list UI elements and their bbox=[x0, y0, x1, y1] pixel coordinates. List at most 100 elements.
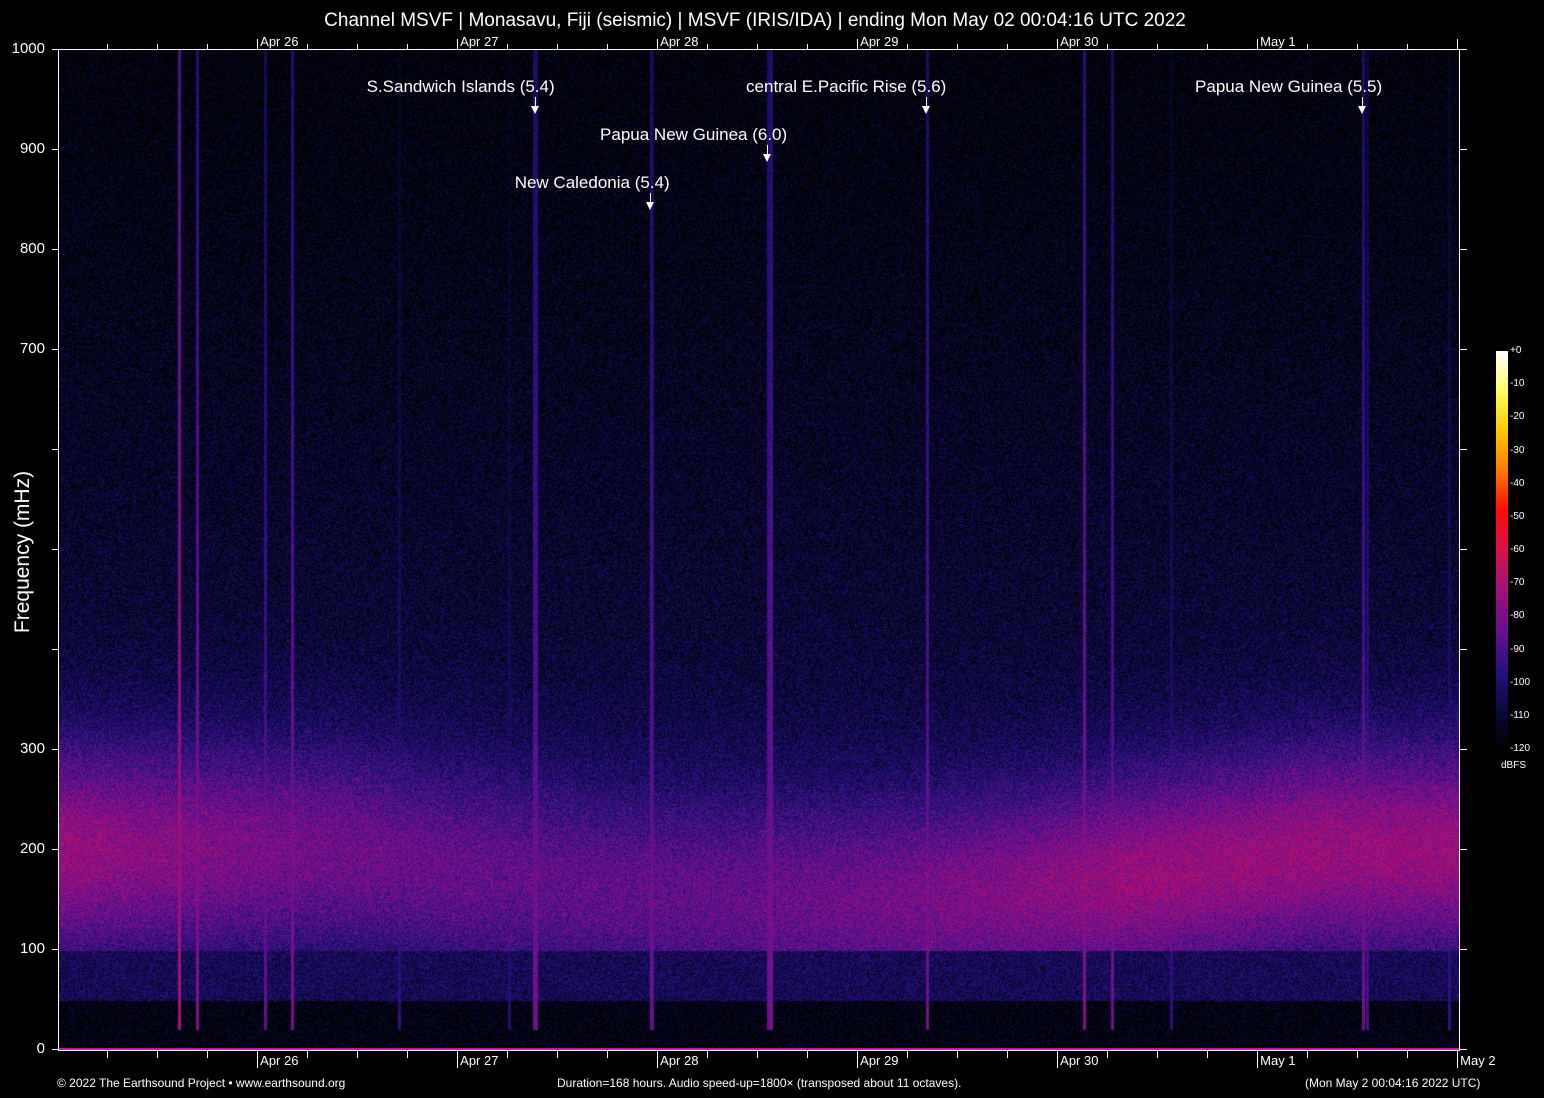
x-tick-top bbox=[1057, 39, 1058, 49]
x-tick-top bbox=[1457, 39, 1458, 49]
y-tick bbox=[52, 649, 58, 650]
y-tick bbox=[52, 849, 58, 850]
y-tick-label: 700 bbox=[1, 340, 45, 357]
colorbar-tick-label: -100 bbox=[1510, 677, 1530, 688]
x-tick bbox=[707, 1050, 708, 1058]
spectrogram-plot bbox=[58, 49, 1460, 1051]
x-tick bbox=[507, 1050, 508, 1058]
colorbar-tick-label: -120 bbox=[1510, 743, 1530, 754]
y-tick bbox=[52, 1049, 58, 1050]
x-tick-top bbox=[907, 44, 908, 49]
x-tick bbox=[907, 1050, 908, 1058]
footer-end-time: (Mon May 2 00:04:16 2022 UTC) bbox=[1305, 1076, 1480, 1090]
colorbar bbox=[1496, 351, 1508, 749]
x-tick bbox=[1207, 1050, 1208, 1058]
x-tick bbox=[557, 1050, 558, 1058]
event-arrowhead-icon bbox=[1358, 106, 1366, 114]
colorbar-tick-label: -110 bbox=[1510, 710, 1529, 721]
colorbar-tick-label: -20 bbox=[1510, 411, 1524, 422]
x-tick bbox=[1307, 1050, 1308, 1058]
colorbar-tick-label: -90 bbox=[1510, 644, 1524, 655]
x-tick-top bbox=[857, 39, 858, 49]
x-tick-label: Apr 27 bbox=[460, 1053, 498, 1068]
x-tick bbox=[357, 1050, 358, 1058]
y-axis-title: Frequency (mHz) bbox=[11, 457, 35, 647]
colorbar-tick-label: -30 bbox=[1510, 445, 1524, 456]
event-label: central E.Pacific Rise (5.6) bbox=[746, 77, 946, 97]
event-arrowhead-icon bbox=[531, 106, 539, 114]
y-tick-label: 900 bbox=[1, 140, 45, 157]
y-tick bbox=[52, 749, 58, 750]
x-tick-label: May 1 bbox=[1260, 1053, 1295, 1068]
x-tick bbox=[957, 1050, 958, 1058]
x-tick bbox=[857, 1050, 858, 1068]
x-tick bbox=[457, 1050, 458, 1068]
spectrogram-image bbox=[59, 50, 1459, 1050]
y-tick bbox=[52, 149, 58, 150]
x-tick-top bbox=[757, 44, 758, 49]
x-tick-top bbox=[207, 44, 208, 49]
x-tick-top bbox=[1107, 44, 1108, 49]
y-tick-right bbox=[1459, 649, 1467, 650]
x-tick-label-top: May 1 bbox=[1260, 34, 1295, 49]
x-tick-label-top: Apr 27 bbox=[460, 34, 498, 49]
y-tick-label: 300 bbox=[1, 740, 45, 757]
chart-title: Channel MSVF | Monasavu, Fiji (seismic) … bbox=[0, 10, 1510, 32]
x-tick bbox=[1357, 1050, 1358, 1058]
x-tick-top bbox=[657, 39, 658, 49]
colorbar-label: dBFS bbox=[1501, 760, 1526, 771]
x-tick bbox=[1157, 1050, 1158, 1058]
event-label: S.Sandwich Islands (5.4) bbox=[367, 77, 555, 97]
x-tick bbox=[207, 1050, 208, 1058]
event-label: New Caledonia (5.4) bbox=[515, 173, 670, 193]
x-tick-top bbox=[1007, 44, 1008, 49]
y-tick-label: 1000 bbox=[1, 40, 45, 57]
x-tick bbox=[307, 1050, 308, 1058]
y-tick bbox=[52, 949, 58, 950]
y-tick-right bbox=[1459, 49, 1467, 50]
colorbar-tick-label: -70 bbox=[1510, 577, 1524, 588]
x-tick-top bbox=[507, 44, 508, 49]
y-tick-right bbox=[1459, 549, 1467, 550]
y-tick-right bbox=[1459, 449, 1467, 450]
x-tick-top bbox=[357, 44, 358, 49]
x-tick-top bbox=[457, 39, 458, 49]
x-tick bbox=[1007, 1050, 1008, 1058]
y-tick-right bbox=[1459, 849, 1467, 850]
x-tick bbox=[607, 1050, 608, 1058]
y-tick-right bbox=[1459, 749, 1467, 750]
x-tick bbox=[657, 1050, 658, 1068]
x-tick-top bbox=[957, 44, 958, 49]
x-tick-label-top: Apr 30 bbox=[1060, 34, 1098, 49]
x-tick-label: Apr 26 bbox=[260, 1053, 298, 1068]
x-tick bbox=[757, 1050, 758, 1058]
x-tick-top bbox=[1157, 44, 1158, 49]
event-arrowhead-icon bbox=[763, 154, 771, 162]
x-tick bbox=[157, 1050, 158, 1058]
y-tick-label: 100 bbox=[1, 940, 45, 957]
x-tick-top bbox=[1357, 44, 1358, 49]
y-tick bbox=[52, 349, 58, 350]
x-tick bbox=[407, 1050, 408, 1058]
x-tick-label-top: Apr 28 bbox=[660, 34, 698, 49]
y-tick bbox=[52, 549, 58, 550]
y-tick bbox=[52, 49, 58, 50]
x-tick-top bbox=[1207, 44, 1208, 49]
colorbar-tick-label: -80 bbox=[1510, 610, 1524, 621]
x-tick-label-top: Apr 29 bbox=[860, 34, 898, 49]
event-arrowhead-icon bbox=[922, 106, 930, 114]
y-tick-right bbox=[1459, 349, 1467, 350]
event-label: Papua New Guinea (6.0) bbox=[600, 125, 787, 145]
y-tick-right bbox=[1459, 949, 1467, 950]
x-tick-top bbox=[557, 44, 558, 49]
x-tick-top bbox=[307, 44, 308, 49]
x-tick-top bbox=[257, 39, 258, 49]
x-tick bbox=[1457, 1050, 1458, 1068]
footer-copyright: © 2022 The Earthsound Project • www.eart… bbox=[57, 1076, 345, 1090]
x-tick-top bbox=[1307, 44, 1308, 49]
x-tick-top bbox=[157, 44, 158, 49]
colorbar-tick-label: -50 bbox=[1510, 511, 1524, 522]
x-tick bbox=[807, 1050, 808, 1058]
y-tick-label: 0 bbox=[1, 1040, 45, 1057]
x-tick-top bbox=[807, 44, 808, 49]
